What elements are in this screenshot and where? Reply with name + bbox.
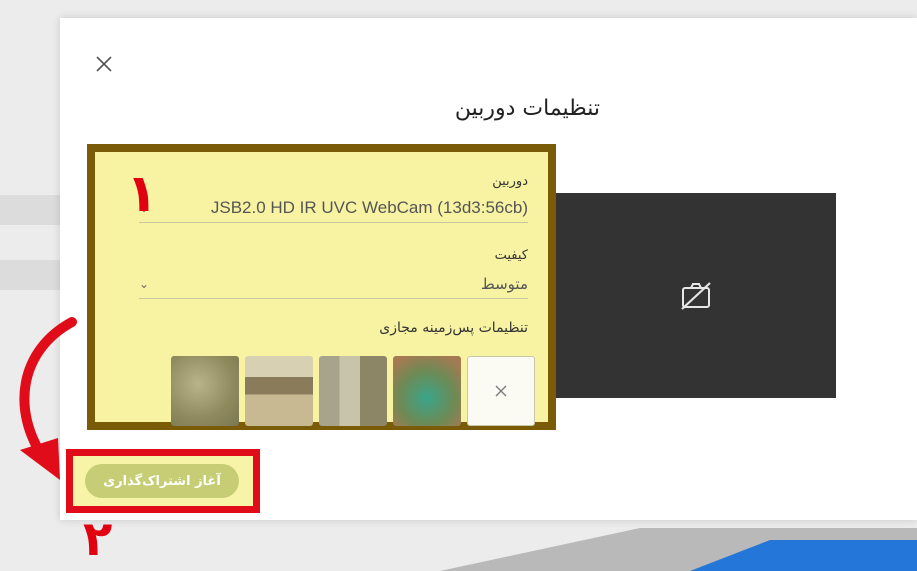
background-option-none[interactable] (467, 356, 535, 426)
background-option-blur[interactable] (171, 356, 239, 426)
start-button-highlight: آغاز اشتراک‌گذاری (66, 449, 260, 513)
start-sharing-button[interactable]: آغاز اشتراک‌گذاری (85, 464, 239, 498)
annotation-marker-2: ۲ (83, 511, 113, 567)
close-button[interactable] (92, 52, 116, 76)
close-icon (495, 385, 507, 397)
background-settings-label: تنظیمات پس‌زمینه مجازی (379, 320, 528, 336)
camera-off-icon (681, 281, 711, 310)
background-option-office[interactable] (319, 356, 387, 426)
camera-label: دوربین (492, 174, 528, 189)
quality-select[interactable]: ⌄ متوسط (139, 270, 528, 299)
background-strip (0, 195, 60, 225)
modal-title: تنظیمات دوربین (454, 96, 600, 121)
background-option-bokeh[interactable] (393, 356, 461, 426)
camera-preview (556, 193, 836, 398)
chevron-down-icon: ⌄ (139, 277, 150, 291)
background-option-living-room[interactable] (245, 356, 313, 426)
camera-select[interactable]: ⌄ JSB2.0 HD IR UVC WebCam (13d3:56cb) (139, 194, 528, 223)
close-icon (96, 56, 112, 72)
quality-select-value: متوسط (480, 275, 528, 293)
annotation-marker-1: ۱ (126, 164, 158, 224)
background-options (171, 356, 535, 426)
camera-select-value: JSB2.0 HD IR UVC WebCam (13d3:56cb) (210, 198, 528, 217)
quality-label: کیفیت (494, 248, 528, 263)
decorative-banner (440, 528, 917, 571)
background-strip (0, 260, 60, 290)
